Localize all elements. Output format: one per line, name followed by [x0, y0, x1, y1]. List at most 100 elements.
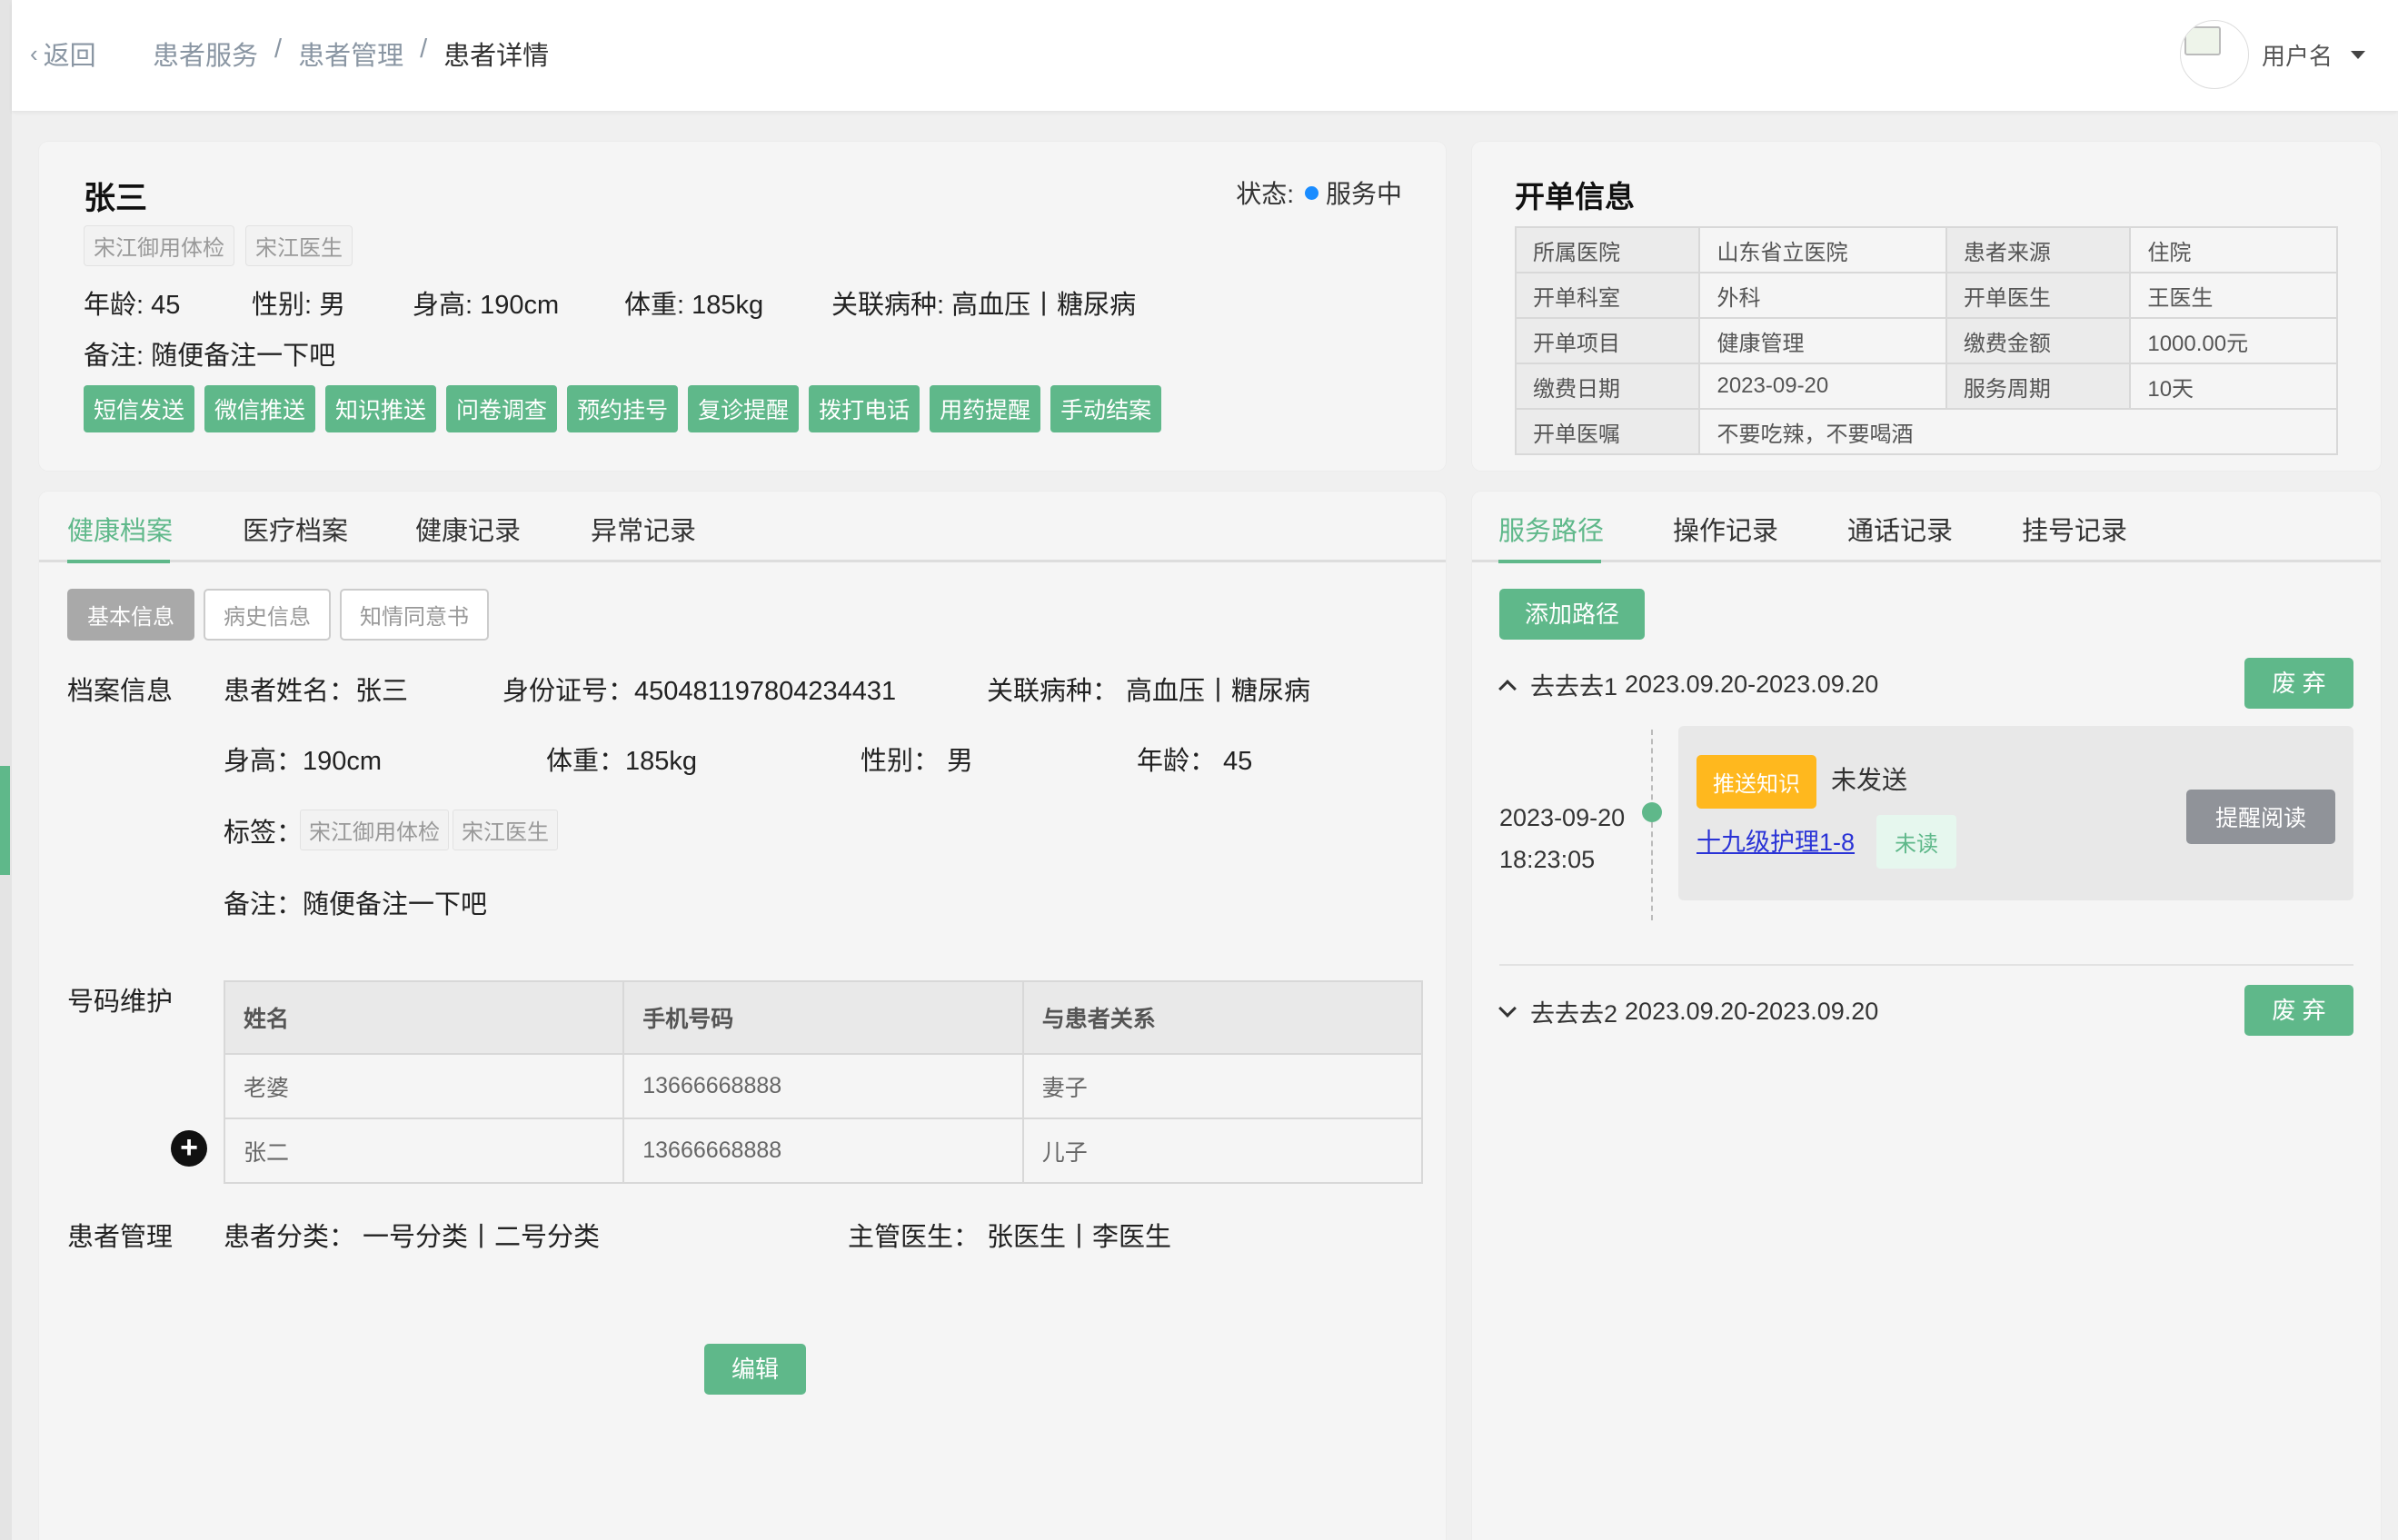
archive-name: 患者姓名：张三: [224, 677, 409, 706]
left-edge-strip: [0, 0, 12, 1540]
tab-service-route[interactable]: 服务路径: [1498, 510, 1604, 548]
avatar[interactable]: [2179, 20, 2249, 89]
questionnaire-button[interactable]: 问卷调查: [446, 385, 558, 432]
subtab-basic-info[interactable]: 基本信息: [67, 589, 194, 641]
phone-maintenance-label: 号码维护: [67, 988, 174, 1017]
order-value: 10天: [2129, 363, 2338, 410]
active-tab-indicator: [67, 560, 170, 563]
patient-remark: 备注: 随便备注一下吧: [84, 342, 336, 371]
wechat-push-button[interactable]: 微信推送: [204, 385, 316, 432]
phone-table: 姓名 手机号码 与患者关系 老婆 13666668888 妻子 张二 13666…: [223, 980, 1424, 1184]
order-info-card: 开单信息 所属医院 山东省立医院 患者来源 住院 开单科室 外科 开单医生 王医…: [1472, 142, 2381, 471]
order-key: 开单医嘱: [1514, 408, 1701, 455]
archive-tabs: 健康档案 医疗档案 健康记录 异常记录: [39, 492, 1446, 563]
appointment-button[interactable]: 预约挂号: [567, 385, 679, 432]
tab-medical-archive[interactable]: 医疗档案: [243, 510, 348, 548]
tab-call-records[interactable]: 通话记录: [1847, 510, 1953, 548]
knowledge-push-button[interactable]: 知识推送: [325, 385, 437, 432]
service-route-panel: 服务路径 操作记录 通话记录 挂号记录 添加路径 去去去1 2023.09.20…: [1472, 492, 2381, 1540]
close-case-button[interactable]: 手动结案: [1050, 385, 1162, 432]
route-header-1[interactable]: 去去去1 2023.09.20-2023.09.20: [1498, 667, 1878, 702]
route-header-2[interactable]: 去去去2 2023.09.20-2023.09.20: [1498, 994, 1879, 1029]
back-link[interactable]: ‹ 返回: [30, 35, 96, 73]
order-info-title: 开单信息: [1515, 180, 1635, 214]
patient-tag: 宋江医生: [245, 225, 353, 266]
add-route-button[interactable]: 添加路径: [1499, 589, 1645, 640]
archive-height: 身高：190cm: [224, 747, 383, 776]
column-header-phone: 手机号码: [622, 980, 1024, 1055]
archive-tags: 宋江御用体检 宋江医生: [300, 810, 562, 850]
user-menu[interactable]: 用户名: [2179, 20, 2365, 89]
route-period: 2023.09.20-2023.09.20: [1625, 998, 1879, 1025]
column-header-name: 姓名: [223, 980, 625, 1055]
tab-registration-records[interactable]: 挂号记录: [2022, 510, 2127, 548]
username[interactable]: 用户名: [2262, 38, 2333, 72]
archive-id-number: 身份证号：450481197804234431: [502, 677, 897, 706]
breadcrumb-item-patient-service[interactable]: 患者服务: [153, 35, 258, 73]
tab-health-archive[interactable]: 健康档案: [67, 510, 173, 548]
call-button[interactable]: 拨打电话: [809, 385, 920, 432]
order-key: 开单项目: [1514, 317, 1701, 364]
route-name: 去去去1: [1530, 673, 1618, 700]
table-row: 缴费日期 2023-09-20 服务周期 10天: [1514, 363, 2338, 410]
patient-age: 年龄: 45: [84, 291, 181, 320]
patient-weight: 体重: 185kg: [624, 291, 764, 320]
chevron-up-icon[interactable]: [1498, 679, 1517, 698]
order-key: 开单医生: [1945, 272, 2132, 319]
archive-weight: 体重：185kg: [546, 747, 698, 776]
tab-operation-records[interactable]: 操作记录: [1673, 510, 1778, 548]
breadcrumb-item-patient-management[interactable]: 患者管理: [298, 35, 403, 73]
chevron-down-icon[interactable]: [1498, 999, 1517, 1018]
table-row: 张二 13666668888 儿子: [223, 1118, 1424, 1184]
table-row: 所属医院 山东省立医院 患者来源 住院: [1514, 226, 2338, 273]
status-dot-icon: [1304, 185, 1318, 200]
caret-down-icon[interactable]: [2351, 50, 2365, 59]
edit-button[interactable]: 编辑: [704, 1344, 806, 1395]
archive-subtabs: 基本信息 病史信息 知情同意书: [67, 589, 489, 641]
patient-tags: 宋江御用体检 宋江医生: [84, 225, 353, 266]
breadcrumb-item-current: 患者详情: [443, 42, 550, 71]
order-key: 缴费日期: [1514, 363, 1701, 410]
revisit-reminder-button[interactable]: 复诊提醒: [688, 385, 800, 432]
knowledge-link[interactable]: 十九级护理1-8: [1697, 822, 1855, 858]
order-value: 住院: [2129, 226, 2338, 273]
order-value: 不要吃辣，不要喝酒: [1698, 408, 2338, 455]
remind-read-button[interactable]: 提醒阅读: [2185, 790, 2335, 844]
order-value: 2023-09-20: [1698, 363, 1947, 410]
archive-age: 年龄： 45: [1137, 747, 1253, 776]
order-value: 山东省立医院: [1698, 226, 1947, 273]
sms-send-button[interactable]: 短信发送: [84, 385, 195, 432]
cell-phone: 13666668888: [622, 1118, 1024, 1184]
archive-tag: 宋江医生: [453, 810, 558, 850]
status-label: 状态:: [1236, 180, 1294, 208]
health-archive-panel: 健康档案 医疗档案 健康记录 异常记录 基本信息 病史信息 知情同意书 档案信息…: [39, 492, 1446, 1540]
subtab-history-info[interactable]: 病史信息: [204, 589, 331, 641]
archive-remark: 备注：随便备注一下吧: [224, 890, 488, 919]
order-value: 王医生: [2129, 272, 2338, 319]
discard-button[interactable]: 废 弃: [2244, 985, 2353, 1036]
medication-reminder-button[interactable]: 用药提醒: [930, 385, 1041, 432]
order-key: 服务周期: [1945, 363, 2132, 410]
breadcrumb: 患者服务 / 患者管理 / 患者详情: [153, 35, 549, 73]
archive-tags-label: 标签：: [224, 819, 303, 848]
route-tabs: 服务路径 操作记录 通话记录 挂号记录: [1472, 492, 2381, 563]
order-key: 缴费金额: [1945, 317, 2132, 364]
cell-relation: 妻子: [1021, 1053, 1424, 1119]
add-phone-plus-icon[interactable]: +: [171, 1130, 207, 1167]
subtab-consent[interactable]: 知情同意书: [340, 589, 489, 641]
active-tab-indicator: [1498, 560, 1601, 563]
tab-abnormal-records[interactable]: 异常记录: [591, 510, 696, 548]
route-divider: [1499, 964, 2353, 966]
column-header-relation: 与患者关系: [1021, 980, 1424, 1055]
discard-button[interactable]: 废 弃: [2244, 658, 2353, 709]
read-status-badge: 未读: [1876, 815, 1956, 869]
table-row: 老婆 13666668888 妻子: [223, 1053, 1424, 1119]
cell-name: 老婆: [223, 1053, 625, 1119]
top-header: ‹ 返回 患者服务 / 患者管理 / 患者详情 用户名: [12, 0, 2398, 111]
patient-basic-row: 年龄: 45 性别: 男 身高: 190cm 体重: 185kg 关联病种: 高…: [84, 283, 1136, 322]
table-row: 开单项目 健康管理 缴费金额 1000.00元: [1514, 317, 2338, 364]
event-card: 推送知识 未发送 十九级护理1-8 未读 提醒阅读: [1678, 726, 2353, 900]
order-key: 患者来源: [1945, 226, 2132, 273]
tab-health-records[interactable]: 健康记录: [415, 510, 521, 548]
table-row: 开单医嘱 不要吃辣，不要喝酒: [1514, 408, 2338, 455]
